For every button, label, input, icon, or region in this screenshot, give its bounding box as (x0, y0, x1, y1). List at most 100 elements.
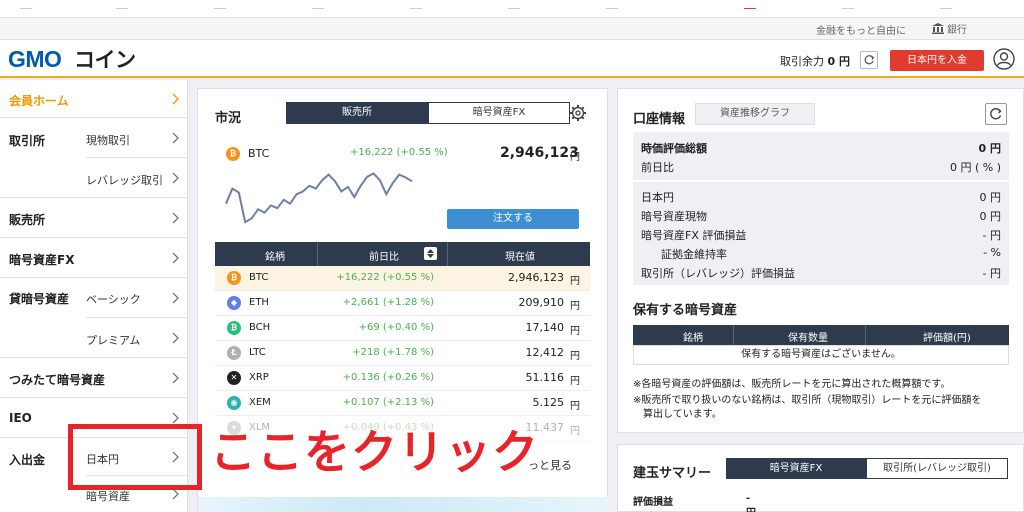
btc-icon: ₿ (227, 271, 241, 285)
featured-symbol: BTC (248, 147, 270, 160)
exchange-pl-row: 取引所（レバレッジ）評価損益 - 円 (641, 265, 1001, 281)
refresh-button[interactable] (860, 51, 878, 69)
total-value-label: 時価評価総額 (641, 142, 707, 155)
sidebar-item-premium[interactable]: プレミアム (86, 318, 188, 358)
sidebar-item-spot[interactable]: 現物取引 (86, 118, 188, 158)
tab-sales[interactable]: 販売所 (286, 102, 428, 124)
exchange-pl-label: 取引所（レバレッジ）評価損益 (641, 267, 795, 280)
row-unit: 円 (570, 301, 580, 312)
bank-label: 銀行 (947, 25, 967, 36)
strip-mark (842, 8, 854, 9)
market-row[interactable]: ₿ BTC +16,222 (+0.55 %) 2,946,123 円 (215, 266, 590, 291)
account-refresh-button[interactable] (985, 103, 1007, 125)
market-footer-banner (198, 497, 608, 512)
row-symbol: ETH (249, 297, 269, 308)
utility-bar: 金融をもっと自由に 銀行 (0, 18, 1024, 40)
sidebar-item-leverage[interactable]: レバレッジ取引 (86, 158, 188, 198)
market-table-header: 銘柄 前日比 現在値 (215, 242, 590, 266)
col-change: 前日比 (369, 252, 399, 263)
fx-pl-row: 暗号資産FX 評価損益 - 円 (641, 227, 1001, 243)
col-quantity: 保有数量 (788, 333, 828, 344)
position-pl-value: - 円 (746, 493, 756, 512)
gear-icon[interactable] (569, 104, 587, 122)
strip-mark (410, 8, 422, 9)
deposit-jpy-button[interactable]: 日本円を入金 (890, 50, 984, 71)
account-panel: 口座情報 資産推移グラフ 時価評価総額 0 円 前日比 0 円 ( % ) 日本円 0… (617, 88, 1024, 433)
col-symbol: 銘柄 (683, 333, 703, 344)
gmo-coin-logo[interactable]: GMO コイン (8, 46, 184, 72)
tagline-link[interactable]: 金融をもっと自由に (816, 22, 906, 37)
row-unit: 円 (570, 326, 580, 337)
market-row[interactable]: Ł LTC +218 (+1.78 %) 12,412 円 (215, 341, 590, 366)
row-change: +16,222 (+0.55 %) (336, 272, 434, 283)
chevron-right-icon (172, 172, 179, 184)
market-row[interactable]: ✕ XRP +0.136 (+0.26 %) 51.116 円 (215, 366, 590, 391)
row-change: +2,661 (+1.28 %) (342, 297, 434, 308)
jpy-value: 0 円 (979, 191, 1002, 204)
col-valuation: 評価額(円) (923, 333, 971, 344)
sidebar-item-basic[interactable]: ベーシック (86, 278, 188, 318)
total-value: 0 円 (978, 142, 1001, 155)
available-label: 取引余力 (780, 55, 824, 68)
row-price: 51.116 (525, 371, 565, 384)
chevron-right-icon (172, 372, 179, 384)
tab-position-leverage[interactable]: 取引所(レバレッジ取引) (866, 458, 1008, 479)
sidebar-item-label: 暗号資産 (86, 490, 130, 503)
row-unit: 円 (570, 401, 580, 412)
bank-link[interactable]: 銀行 (932, 21, 967, 36)
row-symbol: XRP (249, 372, 269, 383)
highlight-box (68, 424, 202, 490)
xrp-icon: ✕ (227, 371, 241, 385)
sidebar-item-tsumitate[interactable]: つみたて暗号資産 (0, 358, 188, 398)
tab-position-fx[interactable]: 暗号資産FX (726, 458, 866, 479)
sidebar-item-label: 会員ホーム (9, 94, 69, 108)
chevron-right-icon (172, 252, 179, 264)
row-change: +0.136 (+0.26 %) (342, 372, 434, 383)
market-row[interactable]: ◆ ETH +2,661 (+1.28 %) 209,910 円 (215, 291, 590, 316)
strip-mark (606, 8, 618, 9)
margin-value: - % (983, 246, 1001, 259)
sidebar-item-label: IEO (9, 411, 32, 425)
col-price: 現在値 (505, 252, 535, 263)
sidebar-item-home[interactable]: 会員ホーム (0, 80, 188, 118)
strip-mark (20, 8, 32, 9)
sidebar-group-label: 入出金 (9, 453, 46, 467)
row-change: +0.107 (+2.13 %) (342, 397, 434, 408)
holdings-empty-message: 保有する暗号資産はございません。 (633, 345, 1009, 365)
strip-mark (116, 8, 128, 9)
margin-label: 証拠金維持率 (661, 248, 727, 261)
featured-price: 2,946,123 (500, 145, 579, 161)
market-title: 市況 (215, 111, 242, 126)
day-change-value: 0 円 ( % ) (949, 161, 1001, 174)
fx-pl-value: - 円 (982, 229, 1001, 242)
account-detail-box: 日本円 0 円 暗号資産現物 0 円 暗号資産FX 評価損益 - 円 証拠金維持率 - … (633, 182, 1009, 285)
site-header: GMO コイン 取引余力 0 円 日本円を入金 (0, 40, 1024, 78)
total-value-row: 時価評価総額 0 円 (641, 140, 1001, 156)
market-row[interactable]: ₿ BCH +69 (+0.40 %) 17,140 円 (215, 316, 590, 341)
featured-unit: 円 (570, 152, 580, 163)
asset-graph-button[interactable]: 資産推移グラフ (695, 103, 815, 125)
click-here-annotation: ここをクリック (210, 425, 539, 479)
tab-fx[interactable]: 暗号資産FX (428, 102, 570, 124)
sidebar-item-label: 販売所 (9, 213, 46, 227)
note-line: 算出しています。 (643, 409, 722, 420)
sidebar-item-sales[interactable]: 販売所 (0, 198, 188, 238)
day-change-label: 前日比 (641, 161, 674, 174)
refresh-icon (864, 55, 875, 65)
svg-text:コイン: コイン (74, 48, 136, 72)
order-button[interactable]: 注文する (447, 209, 579, 229)
spot-label: 暗号資産現物 (641, 210, 707, 223)
note-line: ※販売所で取り扱いのない銘柄は、取引所（現物取引）レートを元に評価額を (633, 395, 982, 406)
sidebar-item-label: 現物取引 (86, 134, 130, 147)
sidebar-item-fx[interactable]: 暗号資産FX (0, 238, 188, 278)
holdings-table-header: 銘柄 保有数量 評価額(円) (633, 325, 1009, 345)
sidebar-group-label: 貸暗号資産 (9, 292, 70, 306)
bank-icon (932, 23, 944, 34)
market-row[interactable]: ◉ XEM +0.107 (+2.13 %) 5.125 円 (215, 391, 590, 416)
btc-sparkline (225, 172, 413, 224)
chevron-right-icon (172, 332, 179, 344)
user-icon[interactable] (993, 48, 1015, 70)
eth-icon: ◆ (227, 296, 241, 310)
row-price: 2,946,123 (508, 271, 564, 284)
sort-icon[interactable] (424, 247, 437, 260)
